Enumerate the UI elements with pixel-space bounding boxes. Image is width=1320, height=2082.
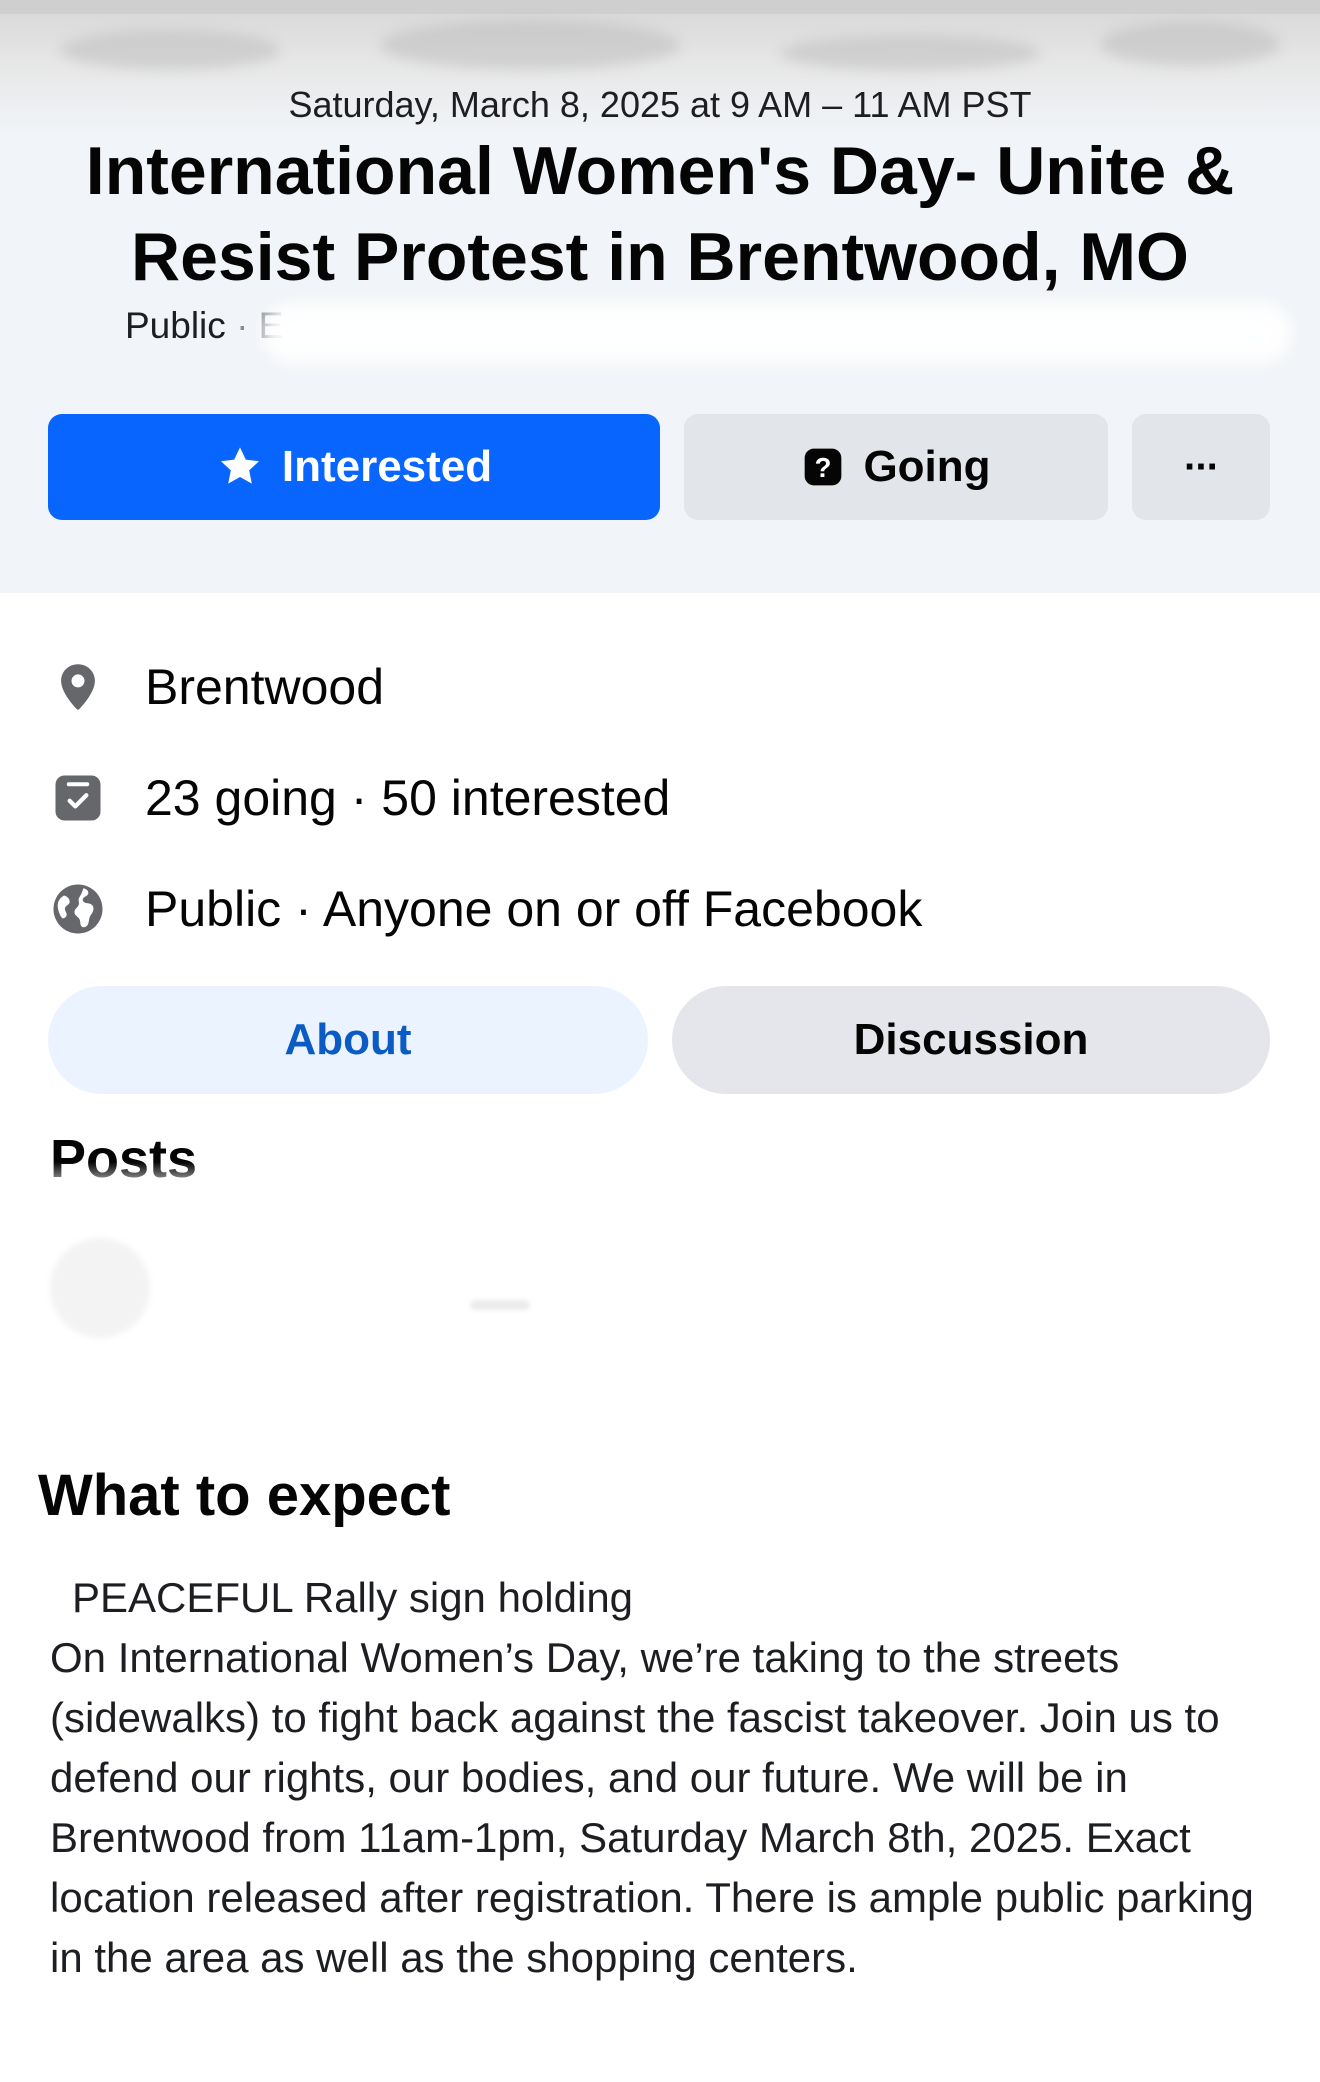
event-meta: Public · E [125, 305, 283, 347]
event-date-time: Saturday, March 8, 2025 at 9 AM – 11 AM … [288, 84, 1032, 125]
more-icon: ··· [1184, 444, 1220, 489]
tab-discussion[interactable]: Discussion [672, 986, 1270, 1094]
separator-dot: · [236, 305, 259, 346]
description-first-line: PEACEFUL Rally sign holding [72, 1574, 634, 1621]
interested-label: Interested [281, 442, 493, 491]
globe-icon [48, 879, 108, 939]
attendance-row[interactable]: 23 going · 50 interested [48, 763, 670, 833]
description-body: On International Women’s Day, we’re taki… [50, 1634, 1254, 1981]
interested-button[interactable]: Interested [48, 414, 660, 520]
going-label: Going [863, 442, 991, 491]
more-options-button[interactable]: ··· [1132, 414, 1270, 520]
location-text: Brentwood [145, 659, 385, 715]
event-description: PEACEFUL Rally sign holding On Internati… [50, 1568, 1280, 1988]
svg-text:?: ? [815, 452, 832, 483]
star-icon [216, 443, 264, 491]
location-row[interactable]: Brentwood [48, 652, 384, 722]
location-pin-icon [48, 657, 108, 717]
attendance-text: 23 going · 50 interested [145, 770, 671, 826]
going-button[interactable]: ? Going [684, 414, 1108, 520]
question-box-icon: ? [801, 445, 845, 489]
visibility-row: Public · Anyone on or off Facebook [48, 874, 922, 944]
post-avatar[interactable] [50, 1238, 150, 1338]
posts-heading: Posts [50, 1129, 198, 1189]
what-to-expect-heading: What to expect [38, 1463, 451, 1528]
post-author-blurred [470, 1300, 530, 1310]
calendar-check-icon [48, 768, 108, 828]
visibility-text: Public · Anyone on or off Facebook [145, 881, 923, 937]
privacy-label: Public [125, 305, 226, 346]
event-header: Saturday, March 8, 2025 at 9 AM – 11 AM … [0, 0, 1320, 593]
tab-about[interactable]: About [48, 986, 648, 1094]
event-title: International Women's Day- Unite & Resis… [85, 133, 1235, 295]
redacted-host-names [262, 302, 1292, 364]
